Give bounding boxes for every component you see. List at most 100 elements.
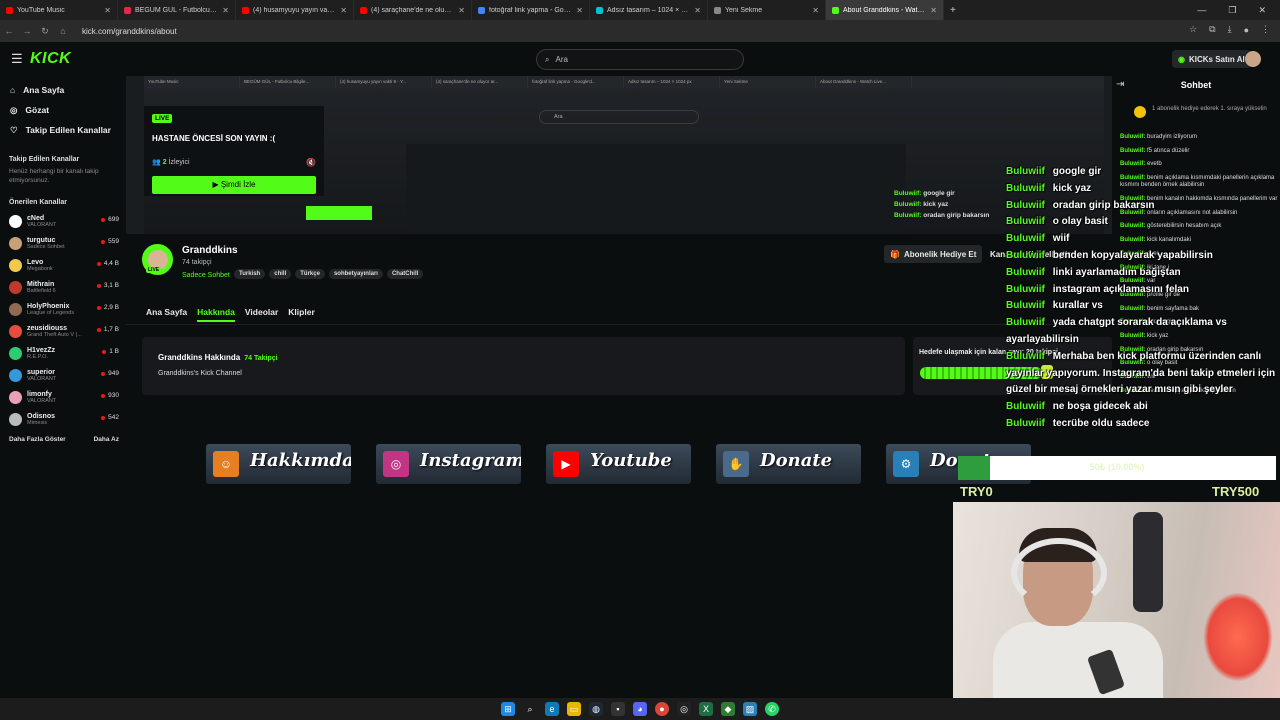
chat-text: buradyim izliyorum (1147, 134, 1198, 140)
edge-icon[interactable]: e (545, 702, 559, 716)
recommended-channel[interactable]: HolyPhoenix League of Legends 2,9 B (0, 298, 126, 320)
browser-tab[interactable]: YouTube Music ✕ (0, 0, 118, 20)
recommended-channel[interactable]: Levo Megabonk 4,4 B (0, 254, 126, 276)
file-explorer-icon[interactable]: ▭ (567, 702, 581, 716)
channel-tag[interactable]: ChatChill (386, 269, 424, 279)
close-window-button[interactable]: ✕ (1258, 5, 1266, 16)
forward-icon[interactable]: → (18, 26, 36, 36)
recommended-channel[interactable]: H1vezZz R.E.P.O. 1 B (0, 342, 126, 364)
search-icon: ⌕ (545, 54, 550, 64)
channel-avatar (9, 390, 22, 404)
profile-icon[interactable]: ● (1244, 25, 1249, 35)
steam-icon[interactable]: ◍ (589, 702, 603, 716)
tab-close-icon[interactable]: ✕ (222, 6, 229, 15)
sidebar-nav-item[interactable]: ⌂ Ana Sayfa (0, 80, 126, 100)
tab-close-icon[interactable]: ✕ (576, 6, 583, 15)
tab-close-icon[interactable]: ✕ (812, 6, 819, 15)
tab-close-icon[interactable]: ✕ (104, 6, 111, 15)
menu-dots-icon[interactable]: ⋮ (1261, 24, 1270, 35)
reload-icon[interactable]: ↻ (36, 26, 54, 37)
tab-favicon-icon (124, 6, 131, 14)
buy-kicks-button[interactable]: ◉ KICKs Satın Al (1172, 50, 1251, 68)
tab-videolar[interactable]: Videolar (245, 307, 278, 322)
sidebar-nav-label: Takip Edilen Kanallar (25, 125, 111, 135)
tab-hakkında[interactable]: Hakkında (197, 307, 235, 322)
recommended-channel[interactable]: Odisnos Mimesis 542 (0, 408, 126, 430)
recommended-channel[interactable]: turgutuc Sadece Sohbet 559 (0, 232, 126, 254)
viewer-count: 4,4 B (103, 260, 119, 267)
browser-tab[interactable]: Yeni Sekme ✕ (708, 0, 826, 20)
mute-icon[interactable]: 🔇 (306, 158, 316, 167)
maximize-button[interactable]: ❐ (1228, 5, 1236, 16)
about-followers: 74 Takipçi (244, 355, 278, 362)
about-panel-donate[interactable]: ✋ Donate (716, 444, 861, 484)
back-icon[interactable]: ← (0, 26, 18, 36)
chrome-icon[interactable]: ● (655, 702, 669, 716)
about-panel-youtube[interactable]: ▶ Youtube (546, 444, 691, 484)
browser-tab[interactable]: Adsız tasarım – 1024 × 1024 px ✕ (590, 0, 708, 20)
recommended-channel[interactable]: Mithrain Battlefield 6 3,1 B (0, 276, 126, 298)
tab-close-icon[interactable]: ✕ (930, 6, 937, 15)
excel-icon[interactable]: X (699, 702, 713, 716)
browser-tab[interactable]: (4) husamyuyu yayın vakti 9 - Y... ✕ (236, 0, 354, 20)
tab-ana-sayfa[interactable]: Ana Sayfa (146, 307, 187, 322)
recommended-channel[interactable]: cNed VALORANT 699 (0, 210, 126, 232)
channel-tag[interactable]: sohbetyayınları (328, 269, 383, 279)
about-panel-instagram[interactable]: ◎ Instagram (376, 444, 521, 484)
overlay-chat-line: Buluwiif kurallar vs (1006, 298, 1276, 315)
gift-subscription-button[interactable]: 🎁 Abonelik Hediye Et (884, 245, 983, 263)
bookmark-star-icon[interactable]: ☆ (1189, 24, 1197, 35)
minimize-button[interactable]: — (1197, 5, 1206, 15)
kick-logo[interactable]: KICK (30, 50, 71, 68)
discord-icon[interactable]: ◕ (633, 702, 647, 716)
tab-close-icon[interactable]: ✕ (340, 6, 347, 15)
overlay-chat-user: Buluwiif (1006, 182, 1045, 194)
panel-label: Donate (760, 450, 833, 471)
about-panel-hakkımda[interactable]: ☺ Hakkımda (206, 444, 351, 484)
whatsapp-icon[interactable]: ✆ (765, 702, 779, 716)
tab-klipler[interactable]: Klipler (288, 307, 314, 322)
chat-username[interactable]: Buluwiif: (1120, 134, 1145, 140)
photos-icon[interactable]: ▨ (743, 702, 757, 716)
channel-live-badge: LIVE (146, 267, 162, 273)
user-avatar[interactable] (1245, 51, 1261, 67)
extensions-icon[interactable]: ⧉ (1209, 24, 1215, 35)
chat-username[interactable]: Buluwiif: (1120, 148, 1145, 154)
home-icon[interactable]: ⌂ (54, 26, 72, 36)
channel-tag[interactable]: chill (269, 269, 292, 279)
app-icon[interactable]: ▪ (611, 702, 625, 716)
live-preview-panel: LIVE HASTANE ÖNCESİ SON YAYIN :( 🔇 👥 2 İ… (144, 106, 324, 196)
channel-category[interactable]: Sadece Sohbet (182, 272, 230, 279)
recommended-channel[interactable]: superior VALORANT 949 (0, 364, 126, 386)
start-menu-icon[interactable]: ⊞ (501, 702, 515, 716)
new-tab-icon[interactable]: + (950, 5, 956, 16)
search-input[interactable]: ⌕ Ara (536, 49, 744, 70)
live-viewers: 👥 2 İzleyici (152, 158, 190, 166)
browser-tab[interactable]: (4) saraçhane'de ne oluyor ar...✕ (354, 0, 472, 20)
followed-empty-text: Henüz herhangi bir kanalı takip etmiyors… (9, 168, 99, 184)
channel-tag[interactable]: Turkish (234, 269, 266, 279)
channel-name: cNed (27, 214, 45, 222)
recommended-channel[interactable]: zeusidiouss Grand Theft Auto V (... 1,7 B (0, 320, 126, 342)
hamburger-menu-icon[interactable]: ☰ (11, 51, 23, 67)
recommended-channel[interactable]: limonfy VALORANT 930 (0, 386, 126, 408)
overlay-chat-line: Buluwiif linki ayarlamadım bağıştan (1006, 265, 1276, 282)
watch-now-button[interactable]: ▶ Şimdi İzle (152, 176, 316, 194)
show-more-link[interactable]: Daha Fazla Göster (9, 436, 66, 443)
github-icon[interactable]: ◎ (677, 702, 691, 716)
browser-tab[interactable]: fotoğraf link yapma - Google'd...✕ (472, 0, 590, 20)
browser-tab[interactable]: BEGÜM GÜL - Futbolcu Bilgile... ✕ (118, 0, 236, 20)
show-less-link[interactable]: Daha Az (94, 436, 119, 443)
sidebar-nav-item[interactable]: ◎ Gözat (0, 100, 126, 120)
overlay-chat-line: Buluwiif ne boşa gidecek abi (1006, 399, 1276, 416)
app-green-icon[interactable]: ◆ (721, 702, 735, 716)
url-field[interactable]: kick.com/granddkins/about (82, 27, 177, 36)
banner-mirrored-tabs: YouTube Music BEGÜM GÜL - Futbolcu Bilgil… (144, 76, 1104, 88)
channel-tag[interactable]: Türkçe (295, 269, 325, 279)
download-icon[interactable]: ⤓ (1228, 24, 1232, 35)
browser-tab[interactable]: About Granddkins - Watch Live... ✕ (826, 0, 944, 20)
tab-close-icon[interactable]: ✕ (458, 6, 465, 15)
sidebar-nav-item[interactable]: ♡ Takip Edilen Kanallar (0, 120, 126, 140)
search-icon[interactable]: ⌕ (523, 702, 537, 716)
tab-close-icon[interactable]: ✕ (694, 6, 701, 15)
